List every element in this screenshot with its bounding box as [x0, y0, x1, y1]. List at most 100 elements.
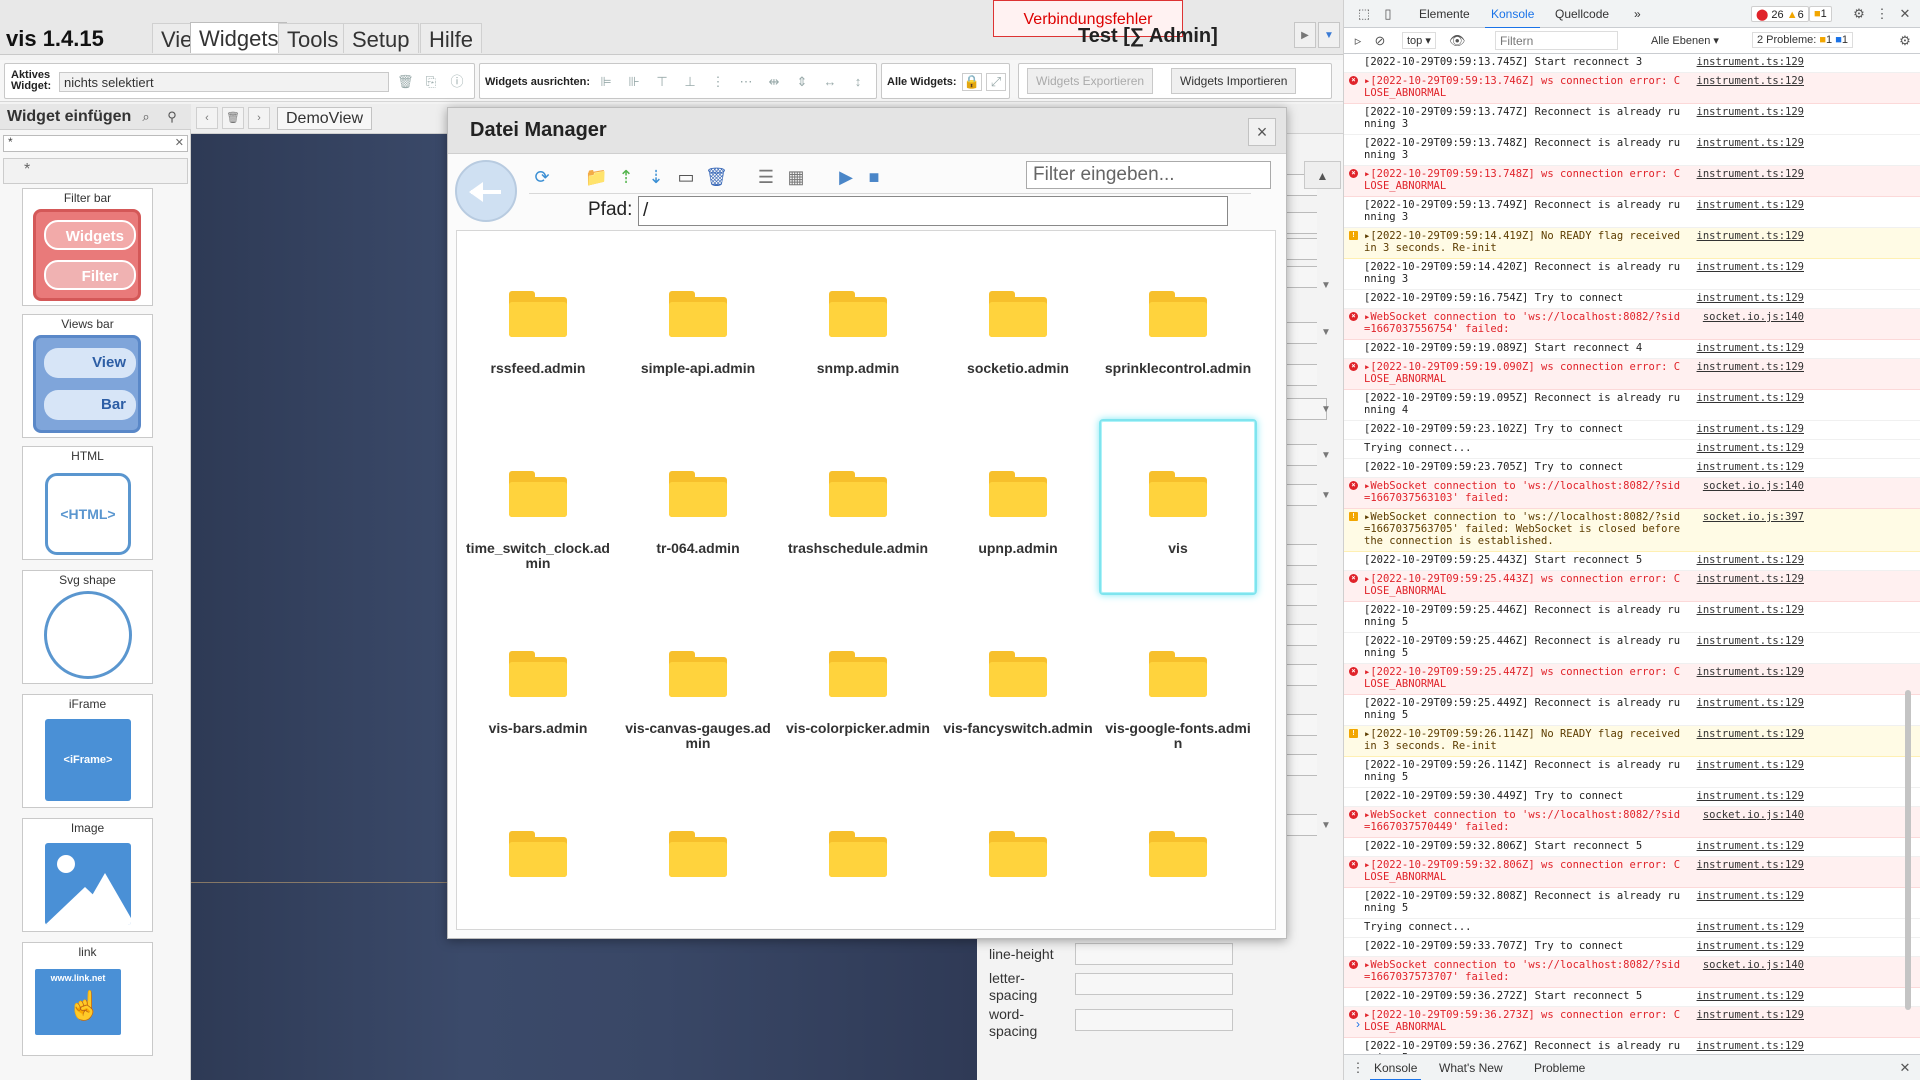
console-message[interactable]: [2022-10-29T09:59:32.806Z] Start reconne… [1344, 838, 1920, 857]
console-message[interactable]: ! ▸WebSocket connection to 'ws://localhos… [1344, 509, 1920, 552]
console-filter-input[interactable]: Filtern [1495, 31, 1618, 50]
console-source-link[interactable]: instrument.ts:129 [1686, 292, 1804, 304]
console-source-link[interactable]: instrument.ts:129 [1686, 604, 1804, 616]
align-top-icon[interactable]: ⊤ [654, 74, 670, 90]
console-message[interactable]: [2022-10-29T09:59:13.749Z] Reconnect is … [1344, 197, 1920, 228]
menu-hilfe[interactable]: Hilfe [420, 23, 483, 53]
console-source-link[interactable]: socket.io.js:140 [1686, 809, 1804, 821]
console-source-link[interactable]: instrument.ts:129 [1686, 168, 1804, 180]
console-scrollbar[interactable] [1905, 690, 1911, 1010]
console-source-link[interactable]: instrument.ts:129 [1686, 361, 1804, 373]
back-arrow-icon[interactable] [455, 160, 517, 222]
menu-collapse-icon[interactable]: ▼ [1318, 22, 1340, 48]
console-source-link[interactable]: instrument.ts:129 [1686, 940, 1804, 952]
log-levels-select[interactable]: Alle Ebenen ▾ [1651, 34, 1719, 47]
console-source-link[interactable]: instrument.ts:129 [1686, 990, 1804, 1002]
console-message[interactable]: [2022-10-29T09:59:32.808Z] Reconnect is … [1344, 888, 1920, 919]
console-message[interactable]: [2022-10-29T09:59:30.449Z] Try to connec… [1344, 788, 1920, 807]
list-view-icon[interactable]: ☰ [755, 166, 777, 188]
console-source-link[interactable]: instrument.ts:129 [1686, 635, 1804, 647]
folder-item[interactable]: trashschedule.admin [779, 419, 937, 595]
console-source-link[interactable]: instrument.ts:129 [1686, 461, 1804, 473]
path-input[interactable]: / [638, 196, 1228, 226]
console-message[interactable]: × ▸WebSocket connection to 'ws://localhos… [1344, 957, 1920, 988]
folder-item[interactable] [779, 779, 937, 929]
console-message[interactable]: [2022-10-29T09:59:14.420Z] Reconnect is … [1344, 259, 1920, 290]
console-source-link[interactable]: socket.io.js:140 [1686, 480, 1804, 492]
console-source-link[interactable]: instrument.ts:129 [1686, 840, 1804, 852]
console-source-link[interactable]: socket.io.js:140 [1686, 959, 1804, 971]
import-widgets-button[interactable]: Widgets Importieren [1171, 68, 1297, 94]
distribute-vertical-icon[interactable]: ⇕ [794, 74, 810, 90]
console-message[interactable]: [2022-10-29T09:59:25.446Z] Reconnect is … [1344, 602, 1920, 633]
console-message[interactable]: [2022-10-29T09:59:26.114Z] Reconnect is … [1344, 757, 1920, 788]
folder-item[interactable] [619, 779, 777, 929]
tab-quellcode[interactable]: Quellcode [1555, 7, 1609, 21]
prev-view-icon[interactable]: ‹ [196, 107, 218, 129]
unlock-icon[interactable]: ⤢ [986, 73, 1006, 91]
view-tab-demoview[interactable]: DemoView [277, 107, 373, 130]
widget-card-link[interactable]: link www.link.net ☝ [22, 942, 153, 1056]
play-icon[interactable]: ▶ [835, 166, 857, 188]
widget-card-svg-shape[interactable]: Svg shape [22, 570, 153, 684]
widget-set-filter[interactable]: * [3, 158, 188, 184]
active-widget-select[interactable]: nichts selektiert [59, 72, 389, 92]
same-height-icon[interactable]: ↕ [850, 74, 866, 90]
console-source-link[interactable]: instrument.ts:129 [1686, 137, 1804, 149]
console-message[interactable]: [2022-10-29T09:59:23.705Z] Try to connec… [1344, 459, 1920, 478]
kebab-menu-icon[interactable]: ⋮ [1874, 6, 1890, 22]
delete-view-icon[interactable]: 🗑 [222, 107, 244, 129]
warning-icon[interactable]: ▲ [1304, 161, 1341, 189]
console-source-link[interactable]: instrument.ts:129 [1686, 666, 1804, 678]
console-message[interactable]: × ▸[2022-10-29T09:59:36.273Z] ws connecti… [1344, 1007, 1920, 1038]
widget-card-iframe[interactable]: iFrame <iFrame> [22, 694, 153, 808]
console-message[interactable]: × ▸[2022-10-29T09:59:25.447Z] ws connecti… [1344, 664, 1920, 695]
console-source-link[interactable]: instrument.ts:129 [1686, 1040, 1804, 1052]
stop-icon[interactable]: ■ [863, 166, 885, 188]
folder-item[interactable]: upnp.admin [939, 419, 1097, 595]
folder-item[interactable]: vis-google-fonts.admin [1099, 599, 1257, 775]
gear-icon[interactable]: ⚙ [1851, 6, 1867, 22]
console-source-link[interactable]: instrument.ts:129 [1686, 573, 1804, 585]
console-message[interactable]: [2022-10-29T09:59:25.449Z] Reconnect is … [1344, 695, 1920, 726]
download-icon[interactable]: ⇣ [645, 166, 667, 188]
folder-item[interactable]: tr-064.admin [619, 419, 777, 595]
chevron-down-icon[interactable]: ▼ [1321, 450, 1331, 461]
tab-konsole[interactable]: Konsole [1484, 7, 1541, 29]
device-toolbar-icon[interactable]: ▯ [1380, 6, 1396, 22]
console-source-link[interactable]: instrument.ts:129 [1686, 261, 1804, 273]
console-source-link[interactable]: instrument.ts:129 [1686, 697, 1804, 709]
console-source-link[interactable]: instrument.ts:129 [1686, 442, 1804, 454]
folder-item[interactable]: socketio.admin [939, 239, 1097, 415]
console-message[interactable]: [2022-10-29T09:59:19.095Z] Reconnect is … [1344, 390, 1920, 421]
chevron-down-icon[interactable]: ▼ [1321, 280, 1331, 291]
console-message[interactable]: [2022-10-29T09:59:13.747Z] Reconnect is … [1344, 104, 1920, 135]
console-source-link[interactable]: instrument.ts:129 [1686, 342, 1804, 354]
copy-icon[interactable]: ⎘ [423, 74, 439, 90]
close-icon[interactable]: ✕ [1897, 6, 1913, 22]
console-source-link[interactable]: instrument.ts:129 [1686, 199, 1804, 211]
issues-badge[interactable]: ■1 [1809, 6, 1832, 22]
folder-item[interactable]: vis-colorpicker.admin [779, 599, 937, 775]
console-source-link[interactable]: instrument.ts:129 [1686, 890, 1804, 902]
console-message[interactable]: × ▸WebSocket connection to 'ws://localhos… [1344, 309, 1920, 340]
align-bottom-icon[interactable]: ⊥ [682, 74, 698, 90]
console-source-link[interactable]: instrument.ts:129 [1686, 554, 1804, 566]
console-source-link[interactable]: instrument.ts:129 [1686, 230, 1804, 242]
menu-tools[interactable]: Tools [278, 23, 348, 53]
console-message[interactable]: [2022-10-29T09:59:19.089Z] Start reconne… [1344, 340, 1920, 359]
console-message[interactable]: [2022-10-29T09:59:25.443Z] Start reconne… [1344, 552, 1920, 571]
file-filter-input[interactable]: Filter eingeben... [1026, 161, 1271, 189]
lock-icon[interactable]: 🔒 [962, 73, 982, 91]
console-source-link[interactable]: instrument.ts:129 [1686, 1009, 1804, 1021]
drawer-tab-probleme[interactable]: Probleme [1534, 1061, 1585, 1075]
console-message[interactable]: Trying connect... instrument.ts:129 [1344, 919, 1920, 938]
console-message[interactable]: × ▸[2022-10-29T09:59:32.806Z] ws connecti… [1344, 857, 1920, 888]
tab-elemente[interactable]: Elemente [1419, 7, 1470, 21]
folder-item[interactable] [1099, 779, 1257, 929]
sidebar-toggle-icon[interactable]: ▹ [1350, 33, 1366, 49]
distribute-horizontal-icon[interactable]: ⇹ [766, 74, 782, 90]
rename-icon[interactable]: ▭ [675, 166, 697, 188]
console-message[interactable]: × ▸[2022-10-29T09:59:13.748Z] ws connecti… [1344, 166, 1920, 197]
chevron-down-icon[interactable]: ▼ [1321, 820, 1331, 831]
